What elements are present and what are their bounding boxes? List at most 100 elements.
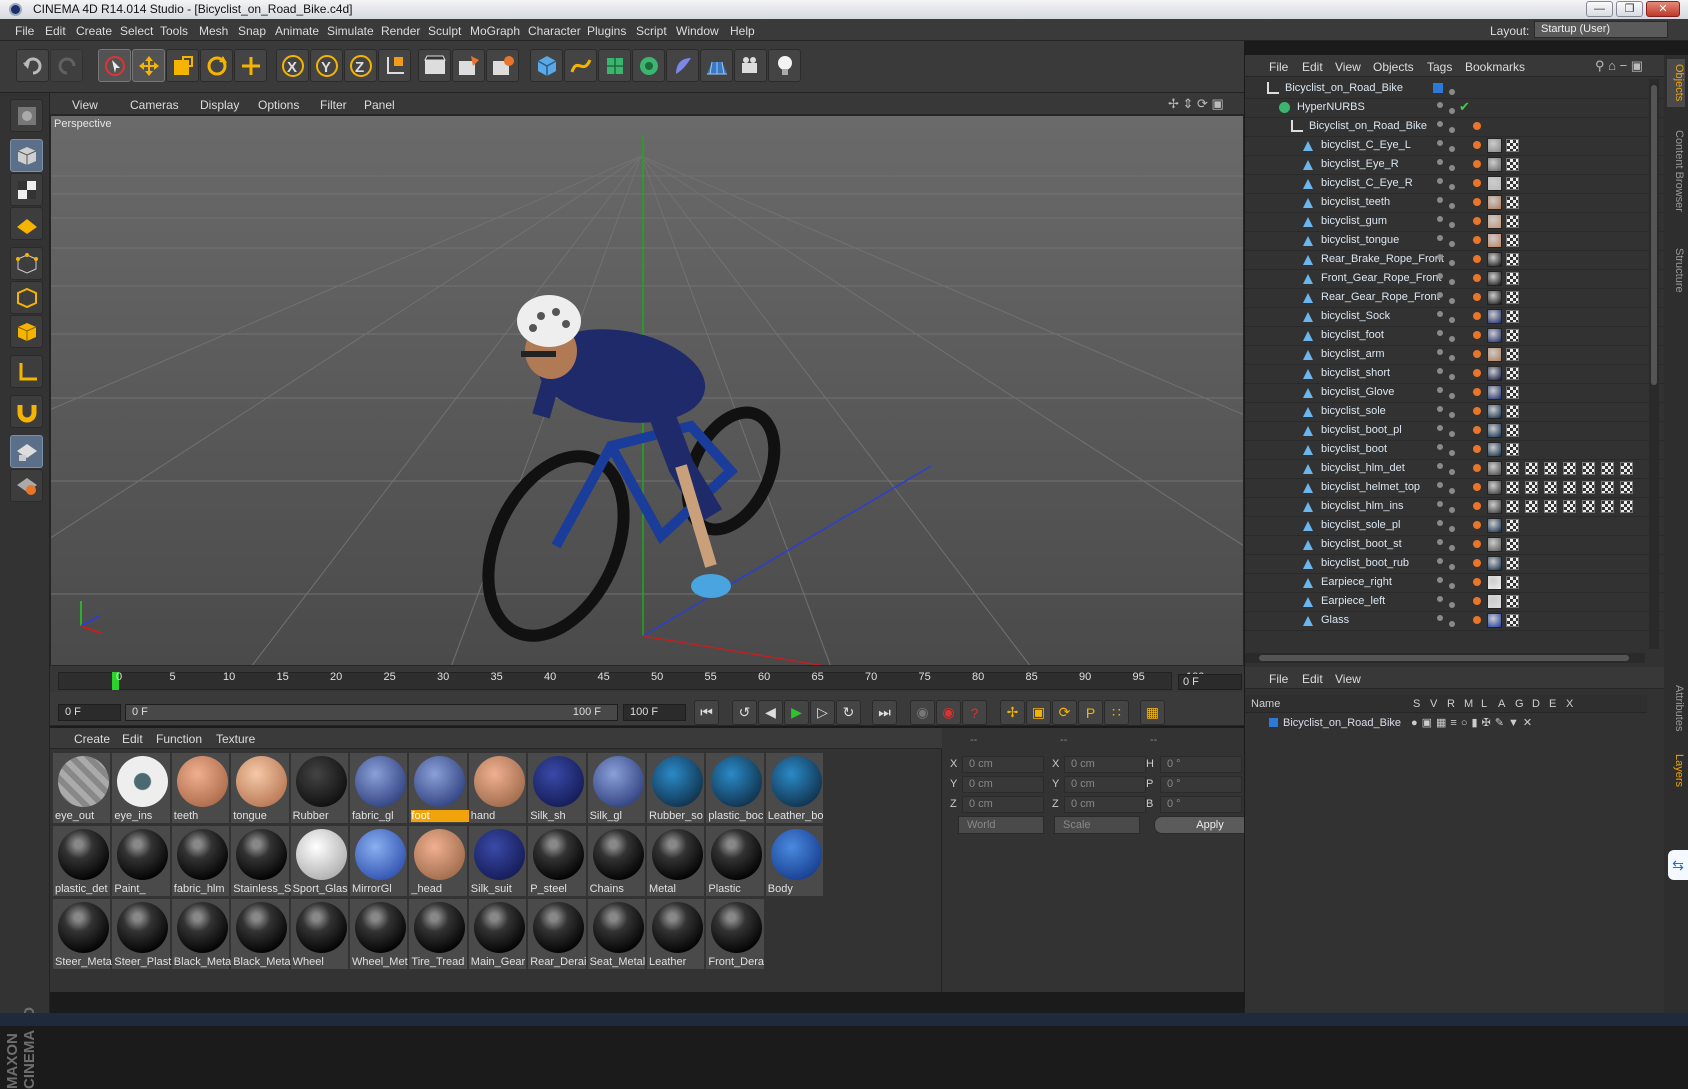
texture-tag-icon[interactable] [1506,519,1519,532]
rotation-p-field[interactable]: 0 ° [1160,776,1242,793]
texture-tag-icon[interactable] [1506,462,1519,475]
editor-visibility-dot[interactable] [1437,463,1443,469]
restore-button[interactable]: ❐ [1616,1,1643,17]
material-swatch[interactable]: _head [409,826,467,896]
material-swatch[interactable]: P_steel [528,826,586,896]
material-tag-icon[interactable] [1487,366,1502,381]
editor-visibility-dot[interactable] [1437,330,1443,336]
phong-tag-icon[interactable] [1473,331,1481,339]
material-swatch[interactable]: Steer_Meta [53,899,112,969]
light-icon[interactable] [768,49,801,82]
live-selection-icon[interactable] [98,49,131,82]
material-swatch[interactable]: foot [409,753,470,823]
object-row[interactable]: bicyclist_boot_st [1245,535,1665,555]
material-swatch[interactable]: MirrorGl [350,826,408,896]
material-tag-icon[interactable] [1487,385,1502,400]
texture-tag-icon[interactable] [1506,576,1519,589]
material-tag-icon[interactable] [1487,613,1502,628]
texture-mode-icon[interactable] [10,173,43,206]
editor-visibility-dot[interactable] [1437,539,1443,545]
size-mode-dropdown[interactable]: Scale [1054,816,1140,834]
texture-tag-icon[interactable] [1506,405,1519,418]
texture-tag-icon[interactable] [1506,234,1519,247]
object-row[interactable]: Bicyclist_on_Road_Bike [1245,117,1665,137]
texture-tag-icon[interactable] [1506,253,1519,266]
camera-icon[interactable] [734,49,767,82]
object-row[interactable]: Glass [1245,611,1665,631]
phong-tag-icon[interactable] [1473,483,1481,491]
render-visibility-dot[interactable] [1449,203,1455,209]
material-tag-icon[interactable] [1487,347,1502,362]
record-keys-icon[interactable]: ◉ [910,700,935,725]
texture-tag-icon[interactable] [1582,500,1595,513]
key-rotation-icon[interactable]: ⟳ [1052,700,1077,725]
tab-content-browser[interactable]: Content Browser [1667,111,1685,231]
position-y-field[interactable]: 0 cm [962,776,1044,793]
editor-visibility-dot[interactable] [1437,387,1443,393]
menu-edit[interactable]: Edit [45,24,66,38]
coordinate-system-icon[interactable] [378,49,411,82]
layout-select[interactable]: Startup (User) [1534,21,1668,38]
phong-tag-icon[interactable] [1473,350,1481,358]
teamviewer-icon[interactable]: ⇆ [1668,850,1688,880]
phong-tag-icon[interactable] [1473,559,1481,567]
coordinate-space-dropdown[interactable]: World [958,816,1044,834]
editor-visibility-dot[interactable] [1437,216,1443,222]
menu-mograph[interactable]: MoGraph [470,24,520,38]
key-parameter-icon[interactable]: P [1078,700,1103,725]
object-row[interactable]: bicyclist_Glove [1245,383,1665,403]
redo-button[interactable] [50,49,83,82]
menu-character[interactable]: Character [528,24,581,38]
texture-tag-icon[interactable] [1506,367,1519,380]
render-settings-icon[interactable] [486,49,519,82]
object-menu-edit[interactable]: Edit [1302,60,1323,74]
editor-visibility-dot[interactable] [1437,520,1443,526]
object-row[interactable]: bicyclist_hlm_ins [1245,497,1665,517]
render-visibility-dot[interactable] [1449,431,1455,437]
menu-script[interactable]: Script [636,24,667,38]
material-swatch[interactable]: Wheel_Met [350,899,408,969]
object-row[interactable]: bicyclist_sole [1245,402,1665,422]
goto-start-icon[interactable]: ⏮ [694,700,719,725]
menu-render[interactable]: Render [381,24,420,38]
start-frame-field[interactable]: 0 F [58,704,121,721]
editor-visibility-dot[interactable] [1437,292,1443,298]
material-tag-icon[interactable] [1487,233,1502,248]
render-visibility-dot[interactable] [1449,545,1455,551]
texture-tag-icon[interactable] [1506,158,1519,171]
object-row[interactable]: bicyclist_tongue [1245,231,1665,251]
material-menu-function[interactable]: Function [156,732,202,746]
texture-tag-icon[interactable] [1620,481,1633,494]
render-visibility-dot[interactable] [1449,127,1455,133]
texture-tag-icon[interactable] [1601,462,1614,475]
material-tag-icon[interactable] [1487,556,1502,571]
texture-tag-icon[interactable] [1506,538,1519,551]
menu-select[interactable]: Select [120,24,153,38]
menu-snap[interactable]: Snap [238,24,266,38]
phong-tag-icon[interactable] [1473,122,1481,130]
editor-visibility-dot[interactable] [1437,482,1443,488]
phong-tag-icon[interactable] [1473,274,1481,282]
texture-tag-icon[interactable] [1620,500,1633,513]
material-tag-icon[interactable] [1487,423,1502,438]
render-visibility-dot[interactable] [1449,583,1455,589]
viewport-menu-display[interactable]: Display [200,98,239,112]
texture-tag-icon[interactable] [1506,272,1519,285]
texture-tag-icon[interactable] [1620,462,1633,475]
render-visibility-dot[interactable] [1449,298,1455,304]
render-visibility-dot[interactable] [1449,336,1455,342]
material-swatch[interactable]: teeth [171,753,230,823]
rotate-tool-icon[interactable] [200,49,233,82]
material-tag-icon[interactable] [1487,176,1502,191]
texture-tag-icon[interactable] [1563,481,1576,494]
material-tag-icon[interactable] [1487,309,1502,324]
object-list-vscrollbar[interactable] [1649,79,1659,649]
render-visibility-dot[interactable] [1449,241,1455,247]
object-menu-view[interactable]: View [1335,60,1361,74]
position-z-field[interactable]: 0 cm [962,796,1044,813]
menu-animate[interactable]: Animate [275,24,319,38]
object-list-hscrollbar[interactable] [1245,653,1645,663]
render-visibility-dot[interactable] [1449,374,1455,380]
render-visibility-dot[interactable] [1449,108,1455,114]
scale-tool-icon[interactable] [166,49,199,82]
